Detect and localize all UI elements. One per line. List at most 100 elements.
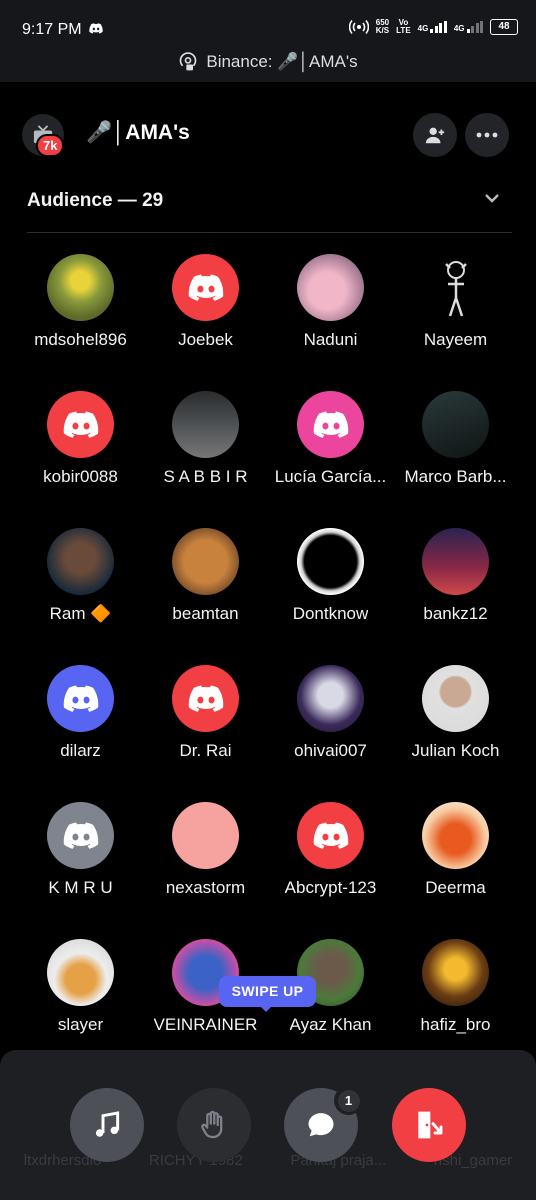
member-name: beamtan [172,604,239,623]
status-bar: 9:17 PM 650 K/S Vo LTE 4G 4G 48 Binance: 🎤… [0,0,536,82]
member-name: Dr. Rai [179,741,232,760]
avatar [422,665,489,732]
channel-title: 🎤│AMA's [86,121,190,144]
audience-member[interactable]: beamtan [143,528,268,665]
stage-broadcast-icon [180,52,197,71]
member-name: slayer [57,1015,104,1034]
battery-icon: 48 [490,19,518,35]
member-name: dilarz [60,741,101,760]
audience-member[interactable]: Julian Koch [393,665,518,802]
member-name: Abcrypt-123 [284,878,377,897]
member-name: Lucía García... [274,467,387,486]
avatar [172,391,239,458]
soundboard-button[interactable] [70,1088,144,1162]
ongoing-call-banner[interactable]: Binance: 🎤│AMA's [0,52,536,72]
audience-grid: mdsohel896 Joebek Naduni Nayeem kobir0088 S A… [18,254,518,1076]
avatar [47,802,114,869]
swipe-up-hint: SWIPE UP [219,976,316,1007]
invite-button[interactable] [413,113,457,157]
avatar [297,802,364,869]
leave-door-icon [418,1111,443,1139]
member-name: Dontknow [292,604,369,623]
discord-logo-icon [313,822,348,849]
audience-member[interactable]: Dontknow [268,528,393,665]
audience-header[interactable]: Audience — 29 [27,190,163,212]
audience-member[interactable]: Joebek [143,254,268,391]
avatar [297,391,364,458]
avatar [297,665,364,732]
swipe-hint-pointer [259,1005,273,1012]
signal-bars-icon [466,21,483,33]
member-name: Joebek [178,330,233,349]
audience-member[interactable]: Lucía García... [268,391,393,528]
avatar [172,528,239,595]
avatar [47,939,114,1006]
avatar [297,254,364,321]
chat-bubble-icon [308,1113,334,1137]
avatar [422,939,489,1006]
discord-logo-icon [188,274,223,301]
hotspot-icon [348,19,369,35]
add-person-icon [425,127,445,144]
chevron-down-icon[interactable] [484,192,500,204]
avatar [172,802,239,869]
avatar [422,254,489,321]
audience-member[interactable]: kobir0088 [18,391,143,528]
member-name: S A B B I R [163,467,248,486]
audience-member[interactable]: nexastorm [143,802,268,939]
avatar [47,391,114,458]
member-name: VEINRAINER [153,1015,258,1034]
discord-logo-icon [63,411,98,438]
discord-logo-icon [63,685,98,712]
member-name: nexastorm [165,878,246,897]
discord-logo-icon [63,822,98,849]
audience-member[interactable]: Marco Barb... [393,391,518,528]
net-speed: 650 K/S [375,18,390,35]
audience-member[interactable]: Dr. Rai [143,665,268,802]
audience-member[interactable]: S A B B I R [143,391,268,528]
avatar [47,528,114,595]
member-name: Nayeem [423,330,488,349]
audience-member[interactable]: Nayeem [393,254,518,391]
audience-member[interactable]: Ram 🔶 [18,528,143,665]
discord-notification-icon [89,23,103,34]
ellipsis-icon [476,132,498,138]
avatar [172,665,239,732]
audience-member[interactable]: Deerma [393,802,518,939]
avatar [422,528,489,595]
status-icons: 650 K/S Vo LTE 4G 4G 48 [348,18,518,35]
member-name: kobir0088 [43,467,118,486]
discord-logo-icon [313,411,348,438]
signal-sim1: 4G [418,21,447,33]
member-name: Marco Barb... [404,467,507,486]
member-name: bankz12 [423,604,488,623]
audience-member[interactable]: dilarz [18,665,143,802]
member-name: Ayaz Khan [289,1015,372,1034]
member-name: hafiz_bro [420,1015,491,1034]
member-name: ohivai007 [294,741,367,760]
avatar [297,528,364,595]
member-name: K M R U [48,878,113,897]
avatar [47,665,114,732]
audience-member[interactable]: Naduni [268,254,393,391]
avatar [47,254,114,321]
audience-member[interactable]: Abcrypt-123 [268,802,393,939]
volte: Vo LTE [396,18,411,35]
avatar [422,391,489,458]
banner-text: Binance: 🎤│AMA's [206,52,358,71]
unread-badge: 1 [334,1086,363,1115]
audience-member[interactable]: K M R U [18,802,143,939]
member-name: Ram 🔶 [49,604,112,623]
audience-member[interactable]: bankz12 [393,528,518,665]
audience-member[interactable]: ohivai007 [268,665,393,802]
more-options-button[interactable] [465,113,509,157]
signal-bars-icon [430,21,447,33]
status-time: 9:17 PM [22,21,82,38]
audience-member[interactable]: mdsohel896 [18,254,143,391]
leave-stage-button[interactable] [392,1088,466,1162]
member-name: Deerma [425,878,486,897]
avatar [422,802,489,869]
avatar [172,254,239,321]
raise-hand-button[interactable] [177,1088,251,1162]
signal-sim2: 4G [454,21,483,33]
